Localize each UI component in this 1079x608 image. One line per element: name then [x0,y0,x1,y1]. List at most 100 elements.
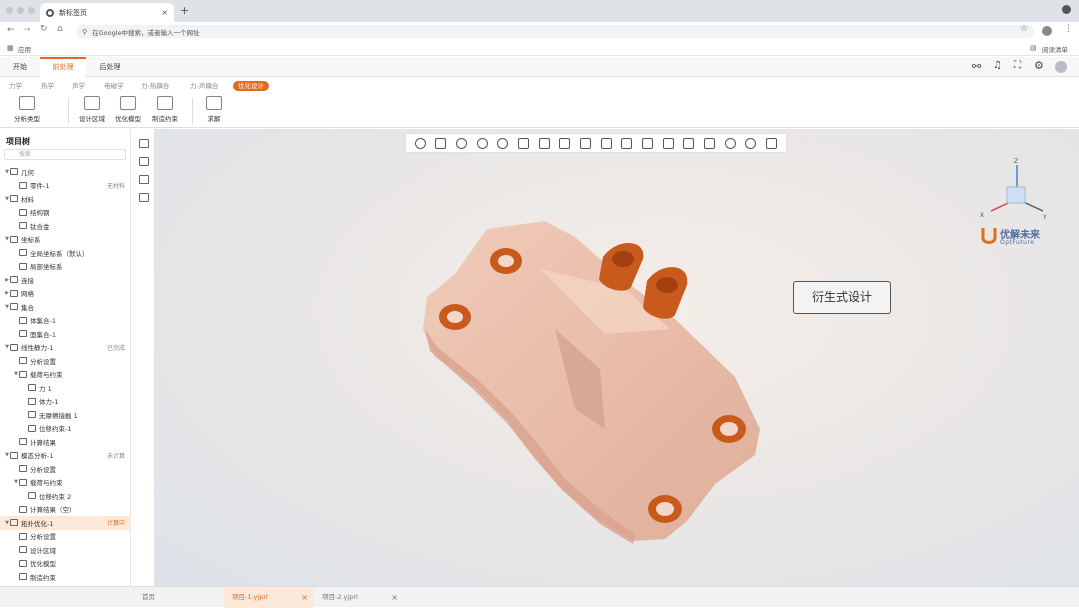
doc-tab-project-2[interactable]: 项目-2.yjprl × [314,587,404,608]
notes-icon[interactable] [139,157,149,166]
tree-item-label: 连接 [21,276,34,285]
tree-item[interactable]: ▼ 模态分析-1 未计算 [0,449,131,463]
tree-item[interactable]: ▼ 坐标系 [0,233,131,247]
reload-icon[interactable]: ↻ [40,24,48,34]
manufacturing-constraint-button[interactable]: 制造约束 [152,96,178,123]
log-icon[interactable] [139,193,149,202]
subtab-electromagnetic[interactable]: 电磁学 [104,81,124,91]
settings-gear-icon[interactable]: ⚙ [1034,59,1044,72]
doc-tab-project-1[interactable]: 项目-1.yjprl × [224,587,314,608]
tree-item[interactable]: 局部坐标系 [0,260,131,274]
browser-menu-icon[interactable]: ⋮ [1064,24,1073,34]
ribbon-divider [192,98,193,124]
tree-item[interactable]: 力 1 [0,381,131,395]
doc-tab-home[interactable]: 首页 [134,587,222,608]
tab-close-icon[interactable]: × [161,8,168,17]
tree-item-label: 体力-1 [39,398,59,407]
tree-item[interactable]: 零件-1 无材料 [0,179,131,193]
close-icon[interactable]: × [301,587,308,608]
window-close-dot[interactable] [6,7,13,14]
notification-bell-icon[interactable]: ♫ [993,60,1002,71]
project-tree-title: 项目树 [6,137,30,146]
tree-item-label: 网格 [21,290,34,299]
close-icon[interactable]: × [391,587,398,608]
3d-viewport[interactable]: 衍生式设计 Z X Y 优解未来 OptFuture [155,129,1079,586]
tree-item[interactable]: 分析设置 [0,354,131,368]
home-icon[interactable]: ⌂ [57,24,63,34]
tree-search-input[interactable]: 搜索 [4,149,126,160]
tree-item[interactable]: 位移约束 2 [0,489,131,503]
solve-button[interactable]: 求解 [206,96,222,123]
tree-item[interactable]: 计算结果 [0,435,131,449]
tree-node-icon [10,303,18,311]
back-icon[interactable]: ← [7,25,15,35]
axis-triad[interactable]: Z X Y [977,157,1053,227]
tree-node-icon [19,438,27,446]
omnibox[interactable]: ⚲ 在Google中搜索，或者输入一个网址 [76,25,1034,38]
analysis-type-icon [19,96,35,110]
bookmark-apps[interactable]: 应用 [18,44,31,54]
subtab-acoustic[interactable]: 声学 [72,81,85,91]
tree-item[interactable]: 分析设置 [0,530,131,544]
tree-item[interactable]: 分析设置 [0,462,131,476]
subtab-mechanics[interactable]: 力学 [9,81,22,91]
tree-item[interactable]: 优化模型 [0,557,131,571]
tree-node-icon [10,451,18,459]
tree-item[interactable]: 无摩擦接触 1 [0,408,131,422]
new-tab-icon[interactable]: + [180,4,189,17]
tree-item[interactable]: 计算结果（空） [0,503,131,517]
browser-close-icon[interactable] [1062,5,1071,14]
tree-item[interactable]: 制造约束 [0,570,131,584]
browser-tab[interactable]: 新标签页 × [40,3,174,22]
tree-item[interactable]: ▶ 网格 [0,287,131,301]
tree-item-label: 线性静力-1 [21,344,54,353]
tree-item[interactable]: 体集合-1 [0,314,131,328]
tree-item-label: 拓扑优化-1 [21,519,54,528]
tree-item[interactable]: 位移约束-1 [0,422,131,436]
tree-item[interactable]: 体力-1 [0,395,131,409]
view-list-icon[interactable] [139,175,149,184]
tree-item[interactable]: ▼ 几何 [0,165,131,179]
tree-item-label: 力 1 [39,384,52,393]
tree-item[interactable]: ▼ 拓扑优化-1 计算中 [0,516,131,530]
bracket-model[interactable] [155,129,1079,586]
optimization-model-button[interactable]: 优化模型 [115,96,141,123]
subtab-vibro-acoustic[interactable]: 力-声耦合 [190,81,218,91]
tree-item-label: 位移约束 2 [39,492,72,501]
tree-item-label: 载荷与约束 [30,479,63,488]
tree-item[interactable]: ▼ 载荷与约束 [0,476,131,490]
forward-icon[interactable]: → [23,25,31,35]
subtab-optimization[interactable]: 优化设计 [233,81,269,91]
design-region-button[interactable]: 设计区域 [79,96,105,123]
tree-item[interactable]: 钛合金 [0,219,131,233]
menu-tab-postprocess[interactable]: 后处理 [92,57,128,77]
tree-node-icon [10,276,18,284]
tree-item[interactable]: 全局坐标系（默认） [0,246,131,260]
menu-tab-preprocess[interactable]: 前处理 [40,57,86,77]
analysis-type-button[interactable]: 分析类型 [14,96,40,123]
subtab-thermal[interactable]: 热学 [41,81,54,91]
tree-item[interactable]: 设计区域 [0,543,131,557]
share-icon[interactable]: ⚯ [972,60,981,73]
profile-avatar-icon[interactable] [1042,26,1052,36]
tree-item[interactable]: 结构钢 [0,206,131,220]
tree-item[interactable]: ▼ 线性静力-1 已完成 [0,341,131,355]
tree-item[interactable]: ▼ 集合 [0,300,131,314]
menu-tab-start[interactable]: 开始 [6,57,34,77]
window-minimize-dot[interactable] [17,7,24,14]
subtab-thermo-mechanical[interactable]: 力-热耦合 [141,81,169,91]
tree-item[interactable]: ▶ 连接 [0,273,131,287]
fullscreen-icon[interactable]: ⛶ [1014,60,1021,71]
tree-item[interactable]: ▼ 材料 [0,192,131,206]
tree-item-label: 坐标系 [21,236,41,245]
bookmark-star-icon[interactable]: ☆ [1020,24,1028,34]
reading-list[interactable]: 阅读清单 [1042,44,1068,54]
tree-node-icon [19,357,27,365]
tree-item[interactable]: 面集合-1 [0,327,131,341]
optfuture-logo-icon [981,228,997,244]
user-avatar-icon[interactable] [1055,61,1067,73]
apps-grid-icon[interactable]: ▦ [7,44,14,52]
window-zoom-dot[interactable] [28,7,35,14]
properties-icon[interactable] [139,139,149,148]
tree-item[interactable]: ▼ 载荷与约束 [0,368,131,382]
